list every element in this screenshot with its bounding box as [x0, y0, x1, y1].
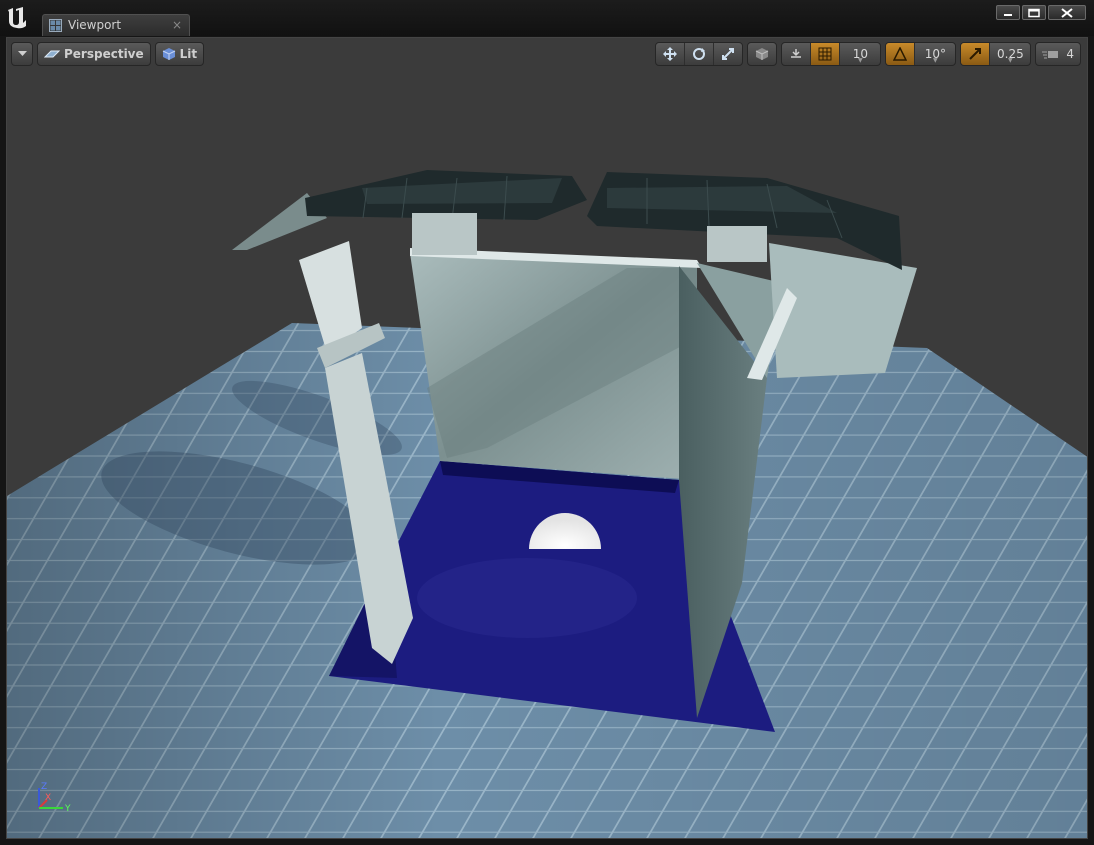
tab-viewport[interactable]: Viewport ×	[42, 14, 190, 36]
minimize-icon	[1004, 13, 1012, 16]
axis-z-label: Z	[41, 782, 47, 792]
dropdown-indicator: ▼	[858, 57, 863, 64]
title-bar: Viewport ×	[0, 0, 1094, 36]
translate-tool-button[interactable]	[656, 43, 686, 65]
rotate-tool-button[interactable]	[685, 43, 715, 65]
tab-label: Viewport	[68, 18, 122, 32]
grid-snap-group: 10 ▼	[781, 42, 882, 66]
lit-cube-icon	[162, 48, 175, 60]
dropdown-indicator: ▼	[1008, 57, 1013, 64]
rotation-snap-group: 10° ▼	[885, 42, 957, 66]
axis-y-label: Y	[64, 804, 71, 814]
rotation-snap-toggle[interactable]	[886, 43, 916, 65]
viewport-toolbar-right: 10 ▼ 10° ▼ 0.25 ▼ 4	[655, 42, 1081, 66]
camera-speed-group: 4	[1035, 42, 1081, 66]
scale-snap-group: 0.25 ▼	[960, 42, 1032, 66]
camera-speed-value: 4	[1066, 47, 1074, 61]
surface-snap-icon	[791, 49, 802, 58]
camera-speed-icon	[1042, 51, 1059, 59]
grid-icon	[818, 47, 832, 61]
close-icon	[1061, 7, 1073, 18]
maximize-button[interactable]	[1022, 5, 1046, 20]
axis-x-label: X	[45, 793, 51, 803]
surface-snap-toggle[interactable]	[782, 43, 812, 65]
camera-speed-button[interactable]: 4	[1036, 43, 1080, 65]
close-button[interactable]	[1048, 5, 1086, 20]
viewport-options-button[interactable]	[11, 42, 33, 66]
scale-icon	[722, 48, 735, 60]
angle-icon	[893, 47, 908, 61]
cube-icon	[756, 48, 769, 60]
rotation-snap-value[interactable]: 10° ▼	[915, 43, 955, 65]
scale-snap-value[interactable]: 0.25 ▼	[990, 43, 1030, 65]
scene-render	[7, 170, 1087, 838]
grid-snap-toggle[interactable]	[811, 43, 841, 65]
viewport-3d[interactable]: Perspective Lit 10 ▼ 10° ▼ 0.25 ▼ 4 Z X …	[6, 37, 1088, 839]
coordinate-space-group	[747, 42, 778, 66]
perspective-label: Perspective	[64, 47, 144, 61]
scale-tool-button[interactable]	[714, 43, 742, 65]
tab-close-button[interactable]: ×	[172, 18, 182, 32]
viewport-icon	[49, 19, 62, 32]
minimize-button[interactable]	[996, 5, 1020, 20]
unreal-logo-icon[interactable]	[5, 6, 29, 30]
scale-snap-toggle[interactable]	[961, 43, 991, 65]
chevron-down-icon	[17, 51, 27, 56]
translate-icon	[663, 47, 678, 61]
rotate-icon	[693, 48, 706, 60]
scale-snap-icon	[969, 48, 982, 60]
perspective-button[interactable]: Perspective	[37, 42, 151, 66]
editor-window: Viewport × Perspective Lit 10 ▼ 10° ▼ 0.…	[0, 0, 1094, 845]
lit-label: Lit	[179, 47, 198, 61]
camera-perspective-icon	[44, 50, 60, 58]
grid-snap-value[interactable]: 10 ▼	[840, 43, 880, 65]
maximize-icon	[1028, 8, 1040, 17]
axis-gizmo: Z X Y	[38, 782, 71, 814]
viewport-toolbar-left: Perspective Lit	[11, 42, 205, 66]
transform-tools-group	[655, 42, 744, 66]
world-local-toggle[interactable]	[748, 43, 776, 65]
lit-button[interactable]: Lit	[154, 42, 205, 66]
dropdown-indicator: ▼	[933, 57, 938, 64]
